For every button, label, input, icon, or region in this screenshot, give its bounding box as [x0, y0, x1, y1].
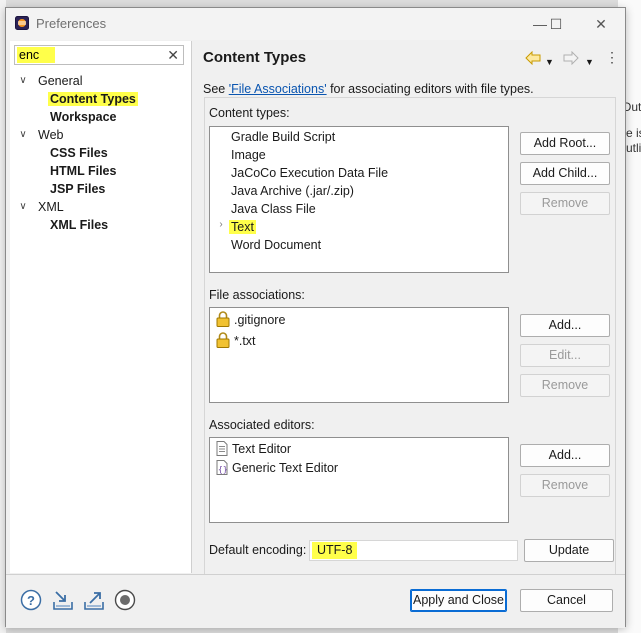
edit-file-association-button[interactable]: Edit... — [520, 344, 610, 367]
list-item[interactable]: Word Document — [231, 236, 321, 254]
tree-item-css-files[interactable]: CSS Files — [50, 144, 108, 162]
list-item[interactable]: Java Archive (.jar/.zip) — [231, 182, 354, 200]
tree-item-label: Web — [38, 128, 64, 142]
chevron-down-icon[interactable]: ∨ — [18, 72, 28, 90]
remove-content-type-button[interactable]: Remove — [520, 192, 610, 215]
svg-text:?: ? — [27, 593, 35, 608]
default-encoding-value: UTF-8 — [312, 542, 358, 559]
title-bar: Preferences — ☐ ✕ — [6, 8, 625, 40]
back-dropdown-icon[interactable]: ▼ — [545, 55, 554, 69]
list-item[interactable]: {} Generic Text Editor — [216, 459, 338, 477]
default-encoding-label: Default encoding: — [209, 543, 307, 557]
content-types-label: Content types: — [209, 106, 290, 120]
filter-field[interactable]: ✕ — [14, 45, 184, 65]
lock-icon — [216, 332, 230, 348]
file-associations-label: File associations: — [209, 288, 305, 302]
default-encoding-field[interactable]: UTF-8 — [309, 540, 518, 561]
tree-item-label: JSP Files — [50, 182, 106, 196]
generic-editor-icon: {} — [216, 460, 228, 475]
tree-item-label: HTML Files — [50, 164, 117, 178]
lock-icon — [216, 311, 230, 327]
export-icon[interactable] — [83, 589, 105, 611]
close-button[interactable]: ✕ — [586, 12, 616, 36]
chevron-down-icon[interactable]: ∨ — [18, 198, 28, 216]
back-arrow-icon[interactable] — [525, 51, 541, 65]
file-associations-hint: See 'File Associations' for associating … — [203, 82, 534, 96]
chevron-right-icon[interactable]: › — [216, 219, 226, 237]
file-associations-list[interactable]: .gitignore *.txt — [209, 307, 509, 403]
remove-editor-button[interactable]: Remove — [520, 474, 610, 497]
window-title: Preferences — [36, 16, 107, 31]
text-file-icon — [216, 441, 228, 456]
add-editor-button[interactable]: Add... — [520, 444, 610, 467]
remove-file-association-button[interactable]: Remove — [520, 374, 610, 397]
tree-item-xml-files[interactable]: XML Files — [50, 216, 108, 234]
dialog-footer: ? Apply and Close Cancel — [6, 574, 625, 628]
update-button[interactable]: Update — [524, 539, 614, 562]
tree-item-html-files[interactable]: HTML Files — [50, 162, 116, 180]
apply-and-close-button[interactable]: Apply and Close — [410, 589, 507, 612]
view-menu-icon[interactable]: ⋮ — [605, 50, 619, 64]
list-item[interactable]: *.txt — [216, 332, 256, 350]
list-item[interactable]: Image — [231, 146, 266, 164]
help-icon[interactable]: ? — [20, 589, 42, 611]
forward-dropdown-icon[interactable]: ▼ — [585, 55, 594, 69]
file-associations-link[interactable]: 'File Associations' — [229, 82, 327, 96]
associated-editors-list[interactable]: Text Editor {} Generic Text Editor — [209, 437, 509, 523]
filter-input[interactable] — [17, 47, 55, 63]
add-child-button[interactable]: Add Child... — [520, 162, 610, 185]
preference-tree-panel: ✕ ∨ General Content Types Workspace ∨ We… — [10, 41, 192, 573]
list-item[interactable]: Java Class File — [231, 200, 316, 218]
tree-item-label: Workspace — [50, 110, 117, 124]
record-icon[interactable] — [114, 589, 136, 611]
cancel-button[interactable]: Cancel — [520, 589, 613, 612]
svg-text:{}: {} — [218, 465, 228, 474]
clear-filter-icon[interactable]: ✕ — [167, 47, 179, 63]
preferences-dialog: Preferences — ☐ ✕ ✕ ∨ General Content Ty… — [5, 7, 626, 628]
tree-item-label: General — [38, 74, 83, 88]
tree-item-jsp-files[interactable]: JSP Files — [50, 180, 105, 198]
list-item[interactable]: Text Editor — [216, 440, 291, 458]
add-file-association-button[interactable]: Add... — [520, 314, 610, 337]
list-item[interactable]: .gitignore — [216, 311, 285, 329]
tree-item-label: Content Types — [48, 92, 138, 106]
list-item[interactable]: Gradle Build Script — [231, 128, 335, 146]
tree-item-workspace[interactable]: Workspace — [50, 108, 116, 126]
eclipse-app-icon — [15, 16, 29, 30]
forward-arrow-icon[interactable] — [563, 51, 579, 65]
list-item[interactable]: JaCoCo Execution Data File — [231, 164, 388, 182]
associated-editors-label: Associated editors: — [209, 418, 315, 432]
page-title: Content Types — [203, 49, 307, 66]
tree-item-label: XML — [38, 200, 64, 214]
add-root-button[interactable]: Add Root... — [520, 132, 610, 155]
tree-item-label: CSS Files — [50, 146, 108, 160]
tree-item-content-types[interactable]: Content Types — [48, 90, 138, 108]
background-text: e is — [626, 126, 641, 140]
background-text: utli — [626, 141, 641, 155]
content-types-tree[interactable]: Gradle Build Script Image JaCoCo Executi… — [209, 126, 509, 273]
maximize-button[interactable]: ☐ — [541, 12, 571, 36]
tree-item-label: XML Files — [50, 218, 109, 232]
import-icon[interactable] — [52, 589, 74, 611]
chevron-down-icon[interactable]: ∨ — [18, 126, 28, 144]
list-item-selected[interactable]: Text — [229, 218, 256, 236]
